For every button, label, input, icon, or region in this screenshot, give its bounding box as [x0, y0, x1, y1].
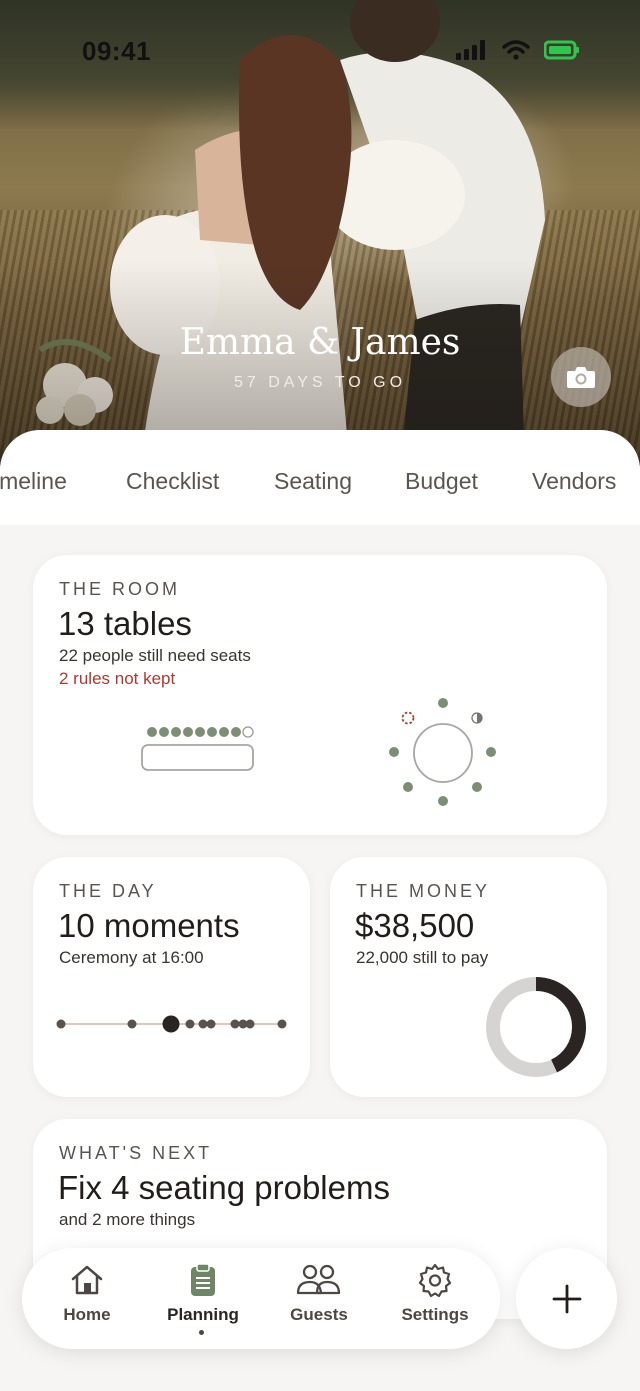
tab-budget[interactable]: Budget — [405, 468, 478, 495]
tab-checklist[interactable]: Checklist — [126, 468, 219, 495]
guests-icon — [296, 1264, 341, 1295]
next-sub: and 2 more things — [59, 1210, 196, 1229]
plus-icon — [552, 1284, 581, 1313]
signal-icon — [456, 40, 485, 60]
next-value: Fix 4 seating problems — [58, 1169, 390, 1206]
room-value: 13 tables — [58, 605, 192, 642]
round-table-diagram — [389, 698, 496, 806]
nav-home-label: Home — [63, 1305, 111, 1324]
home-icon — [71, 1265, 103, 1295]
day-card[interactable]: THE DAY 10 moments Ceremony at 16:00 — [33, 857, 310, 1097]
status-bar: 09:41 — [0, 0, 640, 100]
camera-icon — [567, 367, 595, 388]
long-table-diagram — [141, 726, 254, 771]
active-indicator — [199, 1330, 204, 1335]
tab-seating[interactable]: Seating — [274, 468, 352, 495]
status-icons — [456, 40, 580, 60]
couple-names: Emma & James — [179, 322, 461, 363]
day-timeline — [56, 1015, 287, 1033]
nav-home[interactable]: Home — [32, 1248, 142, 1349]
countdown: 57 DAYS TO GO — [233, 374, 407, 391]
money-value: $38,500 — [355, 907, 475, 944]
day-value: 10 moments — [58, 907, 240, 944]
budget-ring-chart — [486, 977, 586, 1077]
battery-icon — [544, 40, 579, 60]
money-card[interactable]: THE MONEY $38,500 22,000 still to pay — [330, 857, 607, 1097]
room-sub: 22 people still need seats — [59, 646, 251, 665]
room-card[interactable]: THE ROOM 13 tables 22 people still need … — [33, 555, 607, 835]
day-sub: Ceremony at 16:00 — [59, 948, 204, 967]
nav-planning-label: Planning — [167, 1305, 239, 1324]
nav-settings-label: Settings — [401, 1305, 469, 1324]
money-label: THE MONEY — [356, 881, 491, 901]
money-sub: 22,000 still to pay — [356, 948, 489, 967]
nav-planning[interactable]: Planning — [148, 1248, 258, 1349]
clipboard-icon — [191, 1263, 215, 1296]
next-label: WHAT'S NEXT — [59, 1143, 213, 1163]
add-button[interactable] — [516, 1248, 617, 1349]
tab-vendors[interactable]: Vendors — [532, 468, 616, 495]
wifi-icon — [502, 40, 530, 60]
nav-guests-label: Guests — [290, 1305, 348, 1324]
tab-timeline[interactable]: imeline — [0, 468, 67, 495]
day-label: THE DAY — [59, 881, 157, 901]
bottom-nav: Home Planning Guests Settings — [22, 1248, 500, 1349]
room-label: THE ROOM — [59, 579, 180, 599]
room-warning: 2 rules not kept — [59, 669, 176, 688]
nav-guests[interactable]: Guests — [264, 1248, 374, 1349]
gear-icon — [418, 1263, 452, 1298]
status-time: 09:41 — [82, 36, 151, 66]
change-photo-button[interactable] — [551, 347, 611, 407]
planning-tabs: imeline Checklist Seating Budget Vendors — [0, 430, 640, 525]
nav-settings[interactable]: Settings — [380, 1248, 490, 1349]
